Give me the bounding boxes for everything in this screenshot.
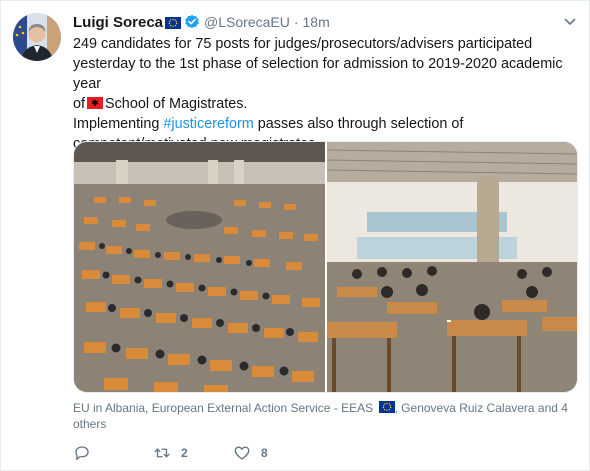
tweet-text-line: of School of Magistrates.: [73, 94, 583, 114]
reply-button[interactable]: [73, 444, 153, 462]
author-name[interactable]: Luigi Soreca: [73, 14, 163, 31]
retweet-button[interactable]: 2: [153, 444, 233, 462]
tagged-users[interactable]: EU in Albania, European External Action …: [73, 400, 573, 432]
reply-icon: [75, 446, 89, 461]
hashtag-link[interactable]: #justicereform: [163, 116, 253, 132]
avatar[interactable]: [13, 13, 61, 61]
tweet-text: 249 candidates for 75 posts for judges/p…: [73, 34, 583, 154]
tagged-users-text: EU in Albania, European External Action …: [73, 401, 374, 415]
albania-flag-icon: [87, 95, 104, 109]
separator-dot: ·: [293, 14, 299, 30]
tagged-users-text: others: [73, 417, 107, 431]
eu-flag-icon: [378, 401, 395, 413]
tagged-users-text: , Genoveva Ruiz Calavera and 4: [394, 401, 568, 415]
retweet-icon: [154, 448, 170, 458]
action-bar: 2 8: [73, 443, 313, 463]
tweet-text-fragment: School of Magistrates.: [105, 96, 248, 112]
verified-badge-icon: [184, 14, 200, 30]
tweet-text-fragment: of: [73, 96, 86, 112]
tweet-text-fragment: Implementing: [73, 116, 160, 132]
tweet-card[interactable]: Luigi Soreca @LSorecaEU · 18m 249 candid…: [0, 0, 590, 471]
media-photo-exam-hall[interactable]: [74, 142, 325, 392]
tweet-text-line: Implementing #justicereform passes also …: [73, 114, 583, 134]
like-button[interactable]: 8: [233, 444, 313, 462]
media-photo-candidates[interactable]: [326, 142, 577, 392]
tweet-text-line: 249 candidates for 75 posts for judges/p…: [73, 36, 533, 52]
eu-flag-icon: [165, 16, 182, 29]
like-count: 8: [261, 446, 268, 460]
chevron-down-icon[interactable]: [563, 15, 577, 29]
tweet-text-fragment: passes also through selection of: [257, 116, 464, 132]
media-grid: [73, 141, 578, 393]
retweet-count: 2: [181, 446, 188, 460]
heart-icon: [234, 446, 250, 460]
author-handle[interactable]: @LSorecaEU: [204, 14, 290, 30]
tweet-header: Luigi Soreca @LSorecaEU · 18m: [73, 12, 330, 32]
tweet-timestamp[interactable]: 18m: [303, 14, 330, 30]
tweet-text-line: yesterday to the 1st phase of selection …: [73, 56, 563, 92]
